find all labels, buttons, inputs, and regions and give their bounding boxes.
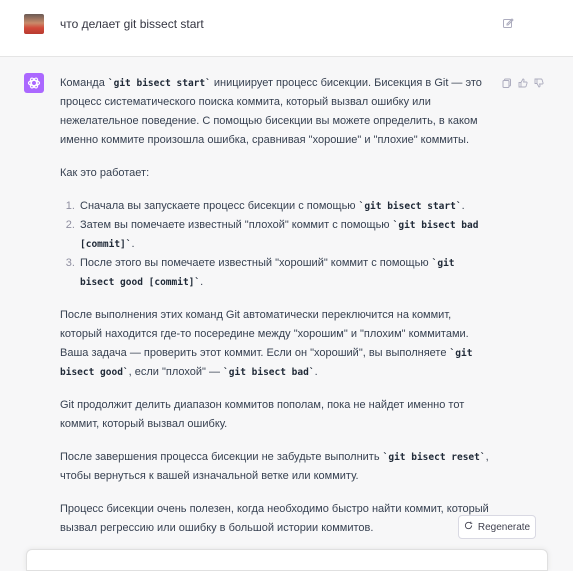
text: . (200, 276, 204, 288)
openai-logo-icon (24, 73, 44, 93)
text: После этого вы помечаете известный "хоро… (80, 257, 432, 269)
assistant-message-content: Команда `git bisect start` инициирует пр… (60, 74, 490, 552)
paragraph-how-it-works: Как это работает: (60, 167, 150, 179)
paragraph-continue: Git продолжит делить диапазон коммитов п… (60, 399, 465, 430)
thumbs-up-icon[interactable] (518, 75, 528, 88)
text: . (461, 200, 465, 212)
steps-list: Сначала вы запускаете процесс бисекции с… (60, 197, 490, 292)
regenerate-button[interactable]: Regenerate (458, 515, 536, 539)
paragraph-conclusion: Процесс бисекции очень полезен, когда не… (60, 503, 489, 534)
message-input[interactable] (26, 549, 548, 571)
refresh-icon (464, 521, 473, 533)
inline-code: `git bisect reset` (382, 452, 486, 463)
text: . (314, 366, 318, 378)
paragraph-process: После выполнения этих команд Git автомат… (60, 306, 490, 382)
message-actions (502, 75, 544, 88)
user-message-row: что делает git bissect start (0, 0, 573, 57)
user-message-text: что делает git bissect start (60, 17, 204, 31)
thumbs-down-icon[interactable] (534, 75, 544, 88)
list-item: Сначала вы запускаете процесс бисекции с… (78, 197, 490, 216)
edit-icon[interactable] (502, 16, 514, 28)
list-item: После этого вы помечаете известный "хоро… (78, 254, 490, 292)
text: Сначала вы запускаете процесс бисекции с… (80, 200, 359, 212)
copy-icon[interactable] (502, 75, 512, 88)
inline-code: `git bisect start` (358, 201, 462, 212)
assistant-message-row: Команда `git bisect start` инициирует пр… (0, 57, 573, 560)
user-avatar (24, 14, 44, 34)
paragraph-intro: Команда `git bisect start` инициирует пр… (60, 74, 490, 150)
text: , если "плохой" — (128, 366, 224, 378)
paragraph-reset: После завершения процесса бисекции не за… (60, 448, 490, 486)
regenerate-label: Regenerate (477, 521, 531, 533)
text: После завершения процесса бисекции не за… (60, 451, 383, 463)
inline-code: `git bisect bad` (223, 367, 315, 378)
inline-code: `git bisect start` (107, 78, 211, 89)
text: . (131, 238, 135, 250)
text: Команда (60, 77, 108, 89)
list-item: Затем вы помечаете известный "плохой" ко… (78, 216, 490, 254)
text: После выполнения этих команд Git автомат… (60, 309, 469, 359)
text: Затем вы помечаете известный "плохой" ко… (80, 219, 393, 231)
